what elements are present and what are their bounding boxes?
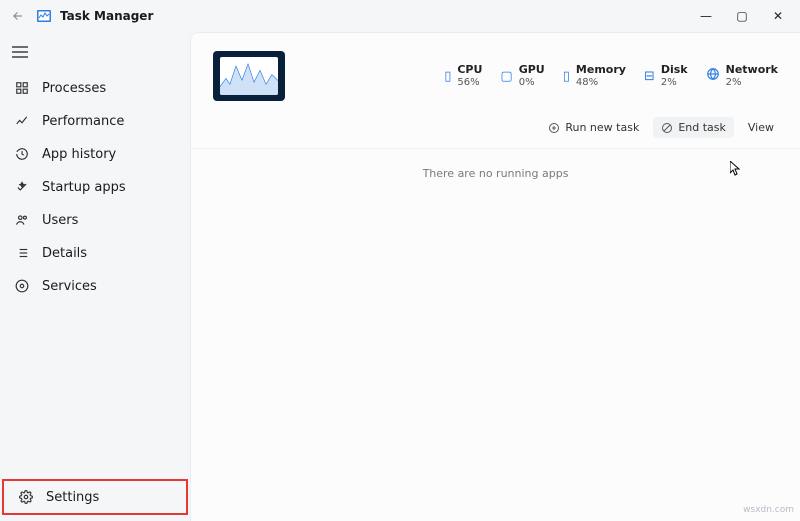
maximize-button[interactable]: ▢ — [724, 2, 760, 30]
slash-circle-icon — [661, 122, 673, 134]
gear-icon — [18, 490, 34, 504]
list-icon — [14, 246, 30, 260]
sidebar-item-details[interactable]: Details — [0, 237, 190, 269]
sidebar-item-settings[interactable]: Settings — [4, 481, 186, 513]
stat-value: 2% — [726, 77, 778, 88]
main-content: ▯ CPU56% ▢ GPU0% ▯ Memory48% ⊟ Disk2% — [190, 32, 800, 521]
disk-icon: ⊟ — [644, 69, 655, 84]
stat-label: CPU — [457, 64, 482, 76]
cpu-icon: ▯ — [444, 69, 451, 84]
memory-icon: ▯ — [563, 69, 570, 84]
sidebar-item-startup-apps[interactable]: Startup apps — [0, 171, 190, 203]
stat-value: 2% — [661, 77, 688, 88]
performance-thumbnail — [213, 51, 285, 101]
stat-label: GPU — [519, 64, 545, 76]
sidebar-item-label: Startup apps — [42, 180, 126, 195]
sidebar: Processes Performance App history Startu… — [0, 32, 190, 521]
app-icon — [34, 8, 54, 24]
action-label: End task — [678, 121, 726, 134]
sidebar-item-label: Users — [42, 213, 78, 228]
stat-network[interactable]: Network2% — [706, 64, 778, 87]
action-label: Run new task — [565, 121, 639, 134]
history-icon — [14, 147, 30, 161]
sidebar-item-services[interactable]: Services — [0, 270, 190, 302]
back-button[interactable] — [4, 9, 32, 23]
stat-label: Disk — [661, 64, 688, 76]
app-title: Task Manager — [60, 9, 153, 23]
sidebar-item-label: Processes — [42, 81, 106, 96]
stat-value: 0% — [519, 77, 545, 88]
gpu-icon: ▢ — [500, 69, 512, 84]
stat-label: Network — [726, 64, 778, 76]
network-icon — [706, 67, 720, 85]
plus-circle-icon — [548, 122, 560, 134]
grid-icon — [14, 81, 30, 95]
stat-memory[interactable]: ▯ Memory48% — [563, 64, 626, 87]
settings-highlight: Settings — [2, 479, 188, 515]
stat-label: Memory — [576, 64, 626, 76]
watermark: wsxdn.com — [743, 505, 794, 515]
sidebar-item-label: Services — [42, 279, 97, 294]
sidebar-item-users[interactable]: Users — [0, 204, 190, 236]
chart-icon — [14, 114, 30, 128]
view-button[interactable]: View — [740, 117, 782, 138]
end-task-button[interactable]: End task — [653, 117, 734, 138]
sidebar-item-label: App history — [42, 147, 116, 162]
stat-value: 56% — [457, 77, 482, 88]
stat-gpu[interactable]: ▢ GPU0% — [500, 64, 544, 87]
action-label: View — [748, 121, 774, 134]
sidebar-item-label: Performance — [42, 114, 124, 129]
title-bar: Task Manager — ▢ ✕ — [0, 0, 800, 32]
sidebar-item-app-history[interactable]: App history — [0, 138, 190, 170]
empty-state-text: There are no running apps — [191, 167, 800, 180]
stat-value: 48% — [576, 77, 626, 88]
services-icon — [14, 279, 30, 293]
stat-cpu[interactable]: ▯ CPU56% — [444, 64, 482, 87]
sidebar-item-label: Details — [42, 246, 87, 261]
sidebar-item-processes[interactable]: Processes — [0, 72, 190, 104]
rocket-icon — [14, 180, 30, 194]
sidebar-item-performance[interactable]: Performance — [0, 105, 190, 137]
minimize-button[interactable]: — — [688, 2, 724, 30]
close-button[interactable]: ✕ — [760, 2, 796, 30]
stat-disk[interactable]: ⊟ Disk2% — [644, 64, 688, 87]
run-new-task-button[interactable]: Run new task — [540, 117, 647, 138]
menu-toggle-button[interactable] — [2, 36, 38, 68]
users-icon — [14, 213, 30, 227]
sidebar-item-label: Settings — [46, 490, 99, 505]
